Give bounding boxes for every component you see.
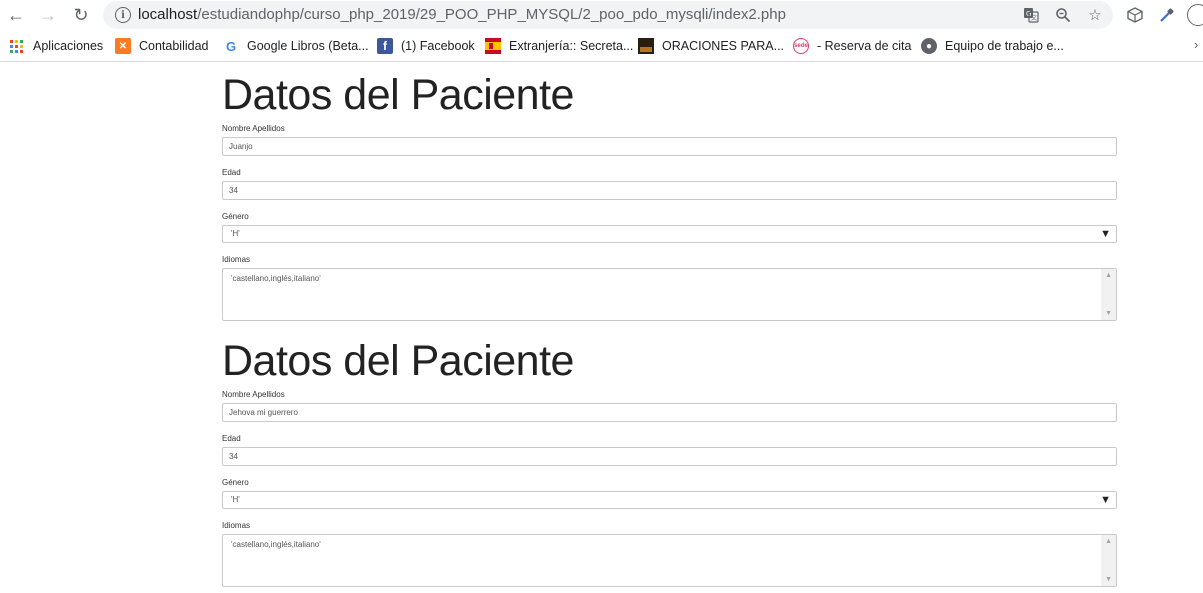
dropdown-arrow-icon[interactable]: ▼ xyxy=(1100,227,1111,241)
scroll-up-icon[interactable]: ▲ xyxy=(1105,538,1112,545)
age-field[interactable]: 34 xyxy=(222,447,1117,466)
oraciones-icon xyxy=(638,38,654,54)
name-field[interactable]: Juanjo xyxy=(222,137,1117,156)
patient-section: Datos del Paciente Nombre Apellidos Juan… xyxy=(222,66,1117,321)
browser-toolbar: ← → ↻ i localhost/estudiandophp/curso_ph… xyxy=(0,0,1203,30)
bookmark-label: ORACIONES PARA... xyxy=(662,39,785,53)
scroll-up-icon[interactable]: ▲ xyxy=(1105,272,1112,279)
gender-selected-value: 'H' xyxy=(231,229,240,238)
bookmark-reserva-cita[interactable]: sede - Reserva de cita xyxy=(793,37,911,55)
bookmark-label: Contabilidad xyxy=(139,39,209,53)
google-icon: G xyxy=(223,38,239,54)
bookmark-facebook[interactable]: f (1) Facebook xyxy=(377,37,475,55)
address-bar[interactable]: i localhost/estudiandophp/curso_php_2019… xyxy=(103,1,1113,29)
bookmark-contabilidad[interactable]: ✕ Contabilidad xyxy=(115,37,209,55)
extension-cube-icon[interactable] xyxy=(1124,4,1146,26)
languages-textarea[interactable]: 'castellano,inglés,italiano' ▲ ▼ xyxy=(222,534,1117,587)
gender-selected-value: 'H' xyxy=(231,495,240,504)
bookmark-star-icon[interactable]: ☆ xyxy=(1085,5,1105,25)
bookmark-label: - Reserva de cita xyxy=(817,39,912,53)
name-field[interactable]: Jehova mi guerrero xyxy=(222,403,1117,422)
languages-value: 'castellano,inglés,italiano' xyxy=(231,274,321,283)
textarea-scrollbar[interactable]: ▲ ▼ xyxy=(1101,535,1116,586)
gender-label: Género xyxy=(222,212,249,221)
eyedropper-icon[interactable] xyxy=(1156,4,1178,26)
dropdown-arrow-icon[interactable]: ▼ xyxy=(1100,493,1111,507)
spain-crest-icon xyxy=(485,38,501,54)
languages-label: Idiomas xyxy=(222,521,251,530)
textarea-scrollbar[interactable]: ▲ ▼ xyxy=(1101,269,1116,320)
page-title: Datos del Paciente xyxy=(222,337,574,385)
gender-select[interactable]: 'H' ▼ xyxy=(222,225,1117,243)
bookmark-google-libros[interactable]: G Google Libros (Beta... xyxy=(223,37,369,55)
gender-select[interactable]: 'H' ▼ xyxy=(222,491,1117,509)
xampp-icon: ✕ xyxy=(115,38,131,54)
profile-icon[interactable] xyxy=(1187,4,1203,26)
url-host: localhost xyxy=(138,6,198,23)
bookmark-equipo-trabajo[interactable]: ● Equipo de trabajo e... xyxy=(921,37,1064,55)
age-field[interactable]: 34 xyxy=(222,181,1117,200)
name-label: Nombre Apellidos xyxy=(222,124,285,133)
site-info-icon[interactable]: i xyxy=(115,7,131,23)
bookmark-oraciones[interactable]: ORACIONES PARA... xyxy=(638,37,784,55)
forward-arrow-icon[interactable]: → xyxy=(37,4,59,26)
reserva-icon: sede xyxy=(793,38,809,54)
languages-label: Idiomas xyxy=(222,255,251,264)
patient-section: Datos del Paciente Nombre Apellidos Jeho… xyxy=(222,332,1117,587)
page-content: Datos del Paciente Nombre Apellidos Juan… xyxy=(222,66,1117,587)
name-label: Nombre Apellidos xyxy=(222,390,285,399)
bookmark-label: (1) Facebook xyxy=(401,39,475,53)
bookmark-label: Equipo de trabajo e... xyxy=(945,39,1064,53)
back-arrow-icon[interactable]: ← xyxy=(5,4,27,26)
page-title: Datos del Paciente xyxy=(222,71,574,119)
facebook-icon: f xyxy=(377,38,393,54)
scroll-down-icon[interactable]: ▼ xyxy=(1105,576,1112,583)
svg-text:文: 文 xyxy=(1031,14,1037,22)
translate-icon[interactable]: G文 xyxy=(1021,5,1041,25)
bookmark-label: Aplicaciones xyxy=(33,39,104,53)
bookmark-label: Google Libros (Beta... xyxy=(247,39,369,53)
globe-icon: ● xyxy=(921,38,937,54)
zoom-icon[interactable] xyxy=(1053,5,1073,25)
bookmark-label: Extranjería:: Secreta... xyxy=(509,39,634,53)
apps-grid-icon xyxy=(10,39,23,53)
gender-label: Género xyxy=(222,478,249,487)
scroll-down-icon[interactable]: ▼ xyxy=(1105,310,1112,317)
bookmark-aplicaciones[interactable]: Aplicaciones xyxy=(10,37,103,55)
bookmark-extranjeria[interactable]: Extranjería:: Secreta... xyxy=(485,37,633,55)
languages-textarea[interactable]: 'castellano,inglés,italiano' ▲ ▼ xyxy=(222,268,1117,321)
bookmarks-overflow-chevron-icon[interactable]: › xyxy=(1194,37,1198,52)
bookmarks-bar: Aplicaciones ✕ Contabilidad G Google Lib… xyxy=(0,30,1203,62)
url-path: /estudiandophp/curso_php_2019/29_POO_PHP… xyxy=(197,6,786,23)
age-label: Edad xyxy=(222,168,241,177)
reload-icon[interactable]: ↻ xyxy=(70,4,92,26)
url-text[interactable]: localhost/estudiandophp/curso_php_2019/2… xyxy=(138,6,786,23)
languages-value: 'castellano,inglés,italiano' xyxy=(231,540,321,549)
age-label: Edad xyxy=(222,434,241,443)
